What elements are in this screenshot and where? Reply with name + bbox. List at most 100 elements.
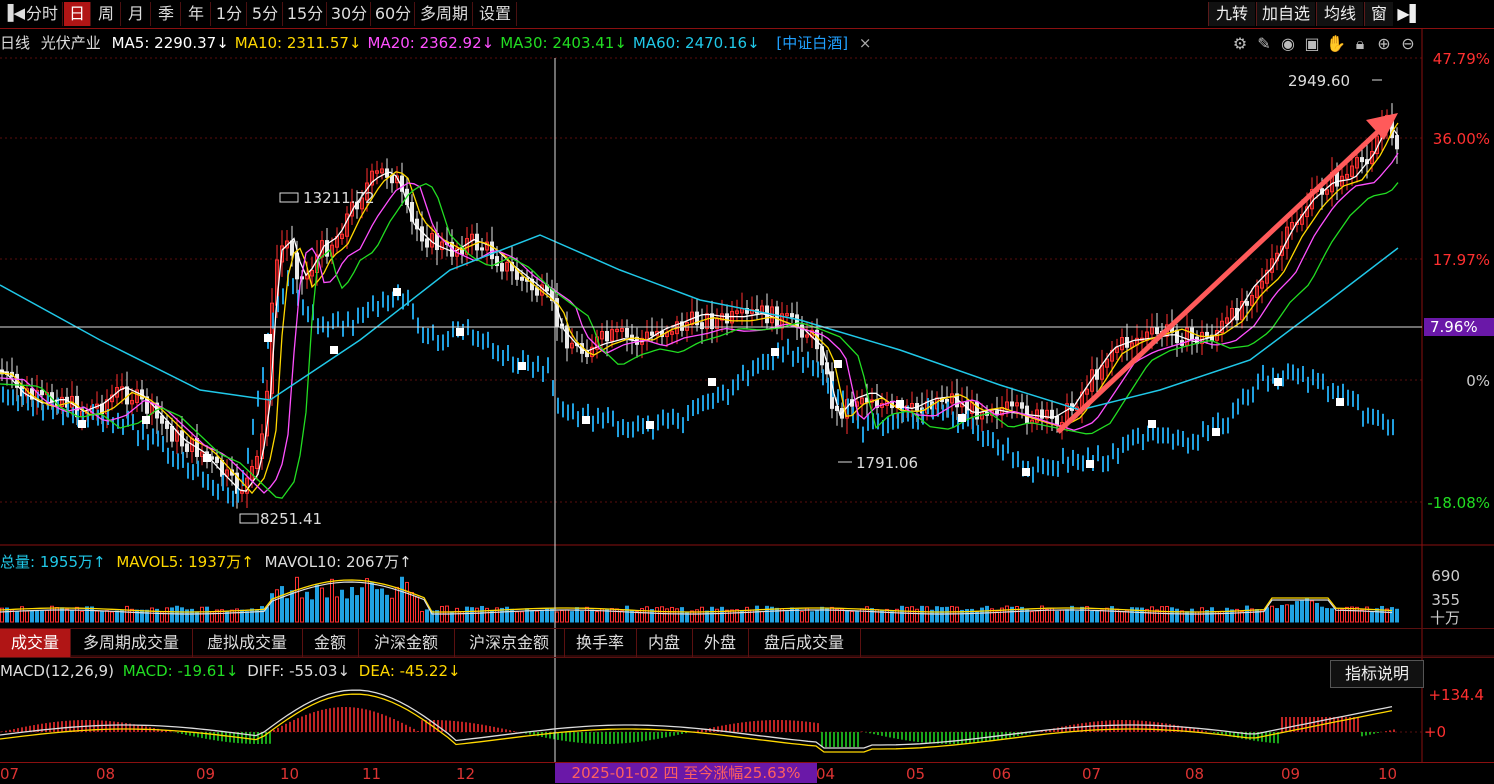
volume-bar	[170, 607, 174, 623]
volume-bar	[710, 606, 714, 623]
volume-bar	[190, 608, 194, 623]
macd-info-line: MACD(12,26,9) MACD: -19.61↓ DIFF: -55.03…	[0, 662, 461, 680]
volume-bar	[1120, 611, 1124, 623]
volume-bar	[315, 584, 319, 623]
candle-body	[295, 252, 299, 280]
candle-body	[725, 313, 729, 324]
indicator-tab-2[interactable]: 虚拟成交量	[192, 629, 303, 657]
volume-bar	[310, 599, 314, 623]
total-volume: 总量: 1955万↑	[0, 553, 106, 571]
high-price-label: 2949.60	[1288, 72, 1351, 90]
month-label-10: 08	[1185, 765, 1205, 783]
volume-bar	[350, 586, 354, 623]
candle-body	[520, 276, 524, 281]
volume-bar	[105, 610, 109, 623]
volume-bar	[390, 597, 394, 623]
candle-body	[700, 322, 704, 330]
volume-bar	[475, 607, 479, 623]
volume-bar	[395, 586, 399, 623]
volume-bar	[595, 611, 599, 623]
volume-bar	[955, 606, 959, 623]
indicator-tab-9[interactable]: 盘后成交量	[748, 629, 861, 657]
volume-bar	[1080, 606, 1084, 623]
volume-bar	[305, 591, 309, 623]
volume-bar	[465, 606, 469, 623]
price-axis-label-4: 0%	[1466, 372, 1490, 390]
volume-bar	[480, 605, 484, 623]
candle-body	[215, 456, 219, 463]
volume-bar	[370, 582, 374, 623]
indicator-tab-0[interactable]: 成交量	[0, 629, 71, 657]
indicator-tab-4[interactable]: 沪深金额	[358, 629, 455, 657]
macd-name: MACD(12,26,9)	[0, 662, 114, 680]
month-label-0: 07	[0, 765, 20, 783]
volume-bar	[815, 610, 819, 623]
volume-bar	[835, 608, 839, 623]
candle-body	[1245, 301, 1249, 306]
macd-axis-zero: +0	[1423, 723, 1446, 741]
volume-bar	[755, 605, 759, 623]
volume-bar	[620, 610, 624, 623]
indicator-tab-1[interactable]: 多周期成交量	[70, 629, 193, 657]
signal-marker	[646, 421, 654, 429]
signal-marker	[142, 416, 150, 424]
indicator-help-button[interactable]: 指标说明	[1330, 660, 1424, 688]
volume-bar	[30, 610, 34, 623]
volume-bar	[365, 578, 369, 623]
range-low-label: 8251.41	[260, 510, 323, 528]
indicator-tab-8[interactable]: 外盘	[692, 629, 749, 657]
crosshair-date-badge: 2025-01-02 四 至今涨幅25.63%	[555, 763, 817, 783]
volume-bar	[110, 611, 114, 623]
price-axis-label-0: 47.79%	[1432, 50, 1490, 68]
volume-bar	[85, 606, 89, 623]
volume-bar	[995, 611, 999, 623]
volume-bar	[905, 606, 909, 623]
indicator-tab-7[interactable]: 内盘	[636, 629, 693, 657]
volume-bar	[355, 595, 359, 623]
volume-bar	[760, 611, 764, 623]
indicator-tab-3[interactable]: 金额	[302, 629, 359, 657]
mavol10: MAVOL10: 2067万↑	[264, 553, 412, 571]
volume-bar	[635, 611, 639, 623]
volume-bar	[70, 610, 74, 623]
volume-bar	[1275, 608, 1279, 623]
candle-body	[650, 331, 654, 336]
candle-body	[40, 389, 44, 396]
volume-bar	[80, 610, 84, 623]
volume-bar	[400, 576, 404, 623]
volume-bar	[870, 608, 874, 623]
volume-bar	[180, 607, 184, 623]
volume-bar	[565, 609, 569, 623]
dea-line	[0, 693, 1393, 753]
indicator-tab-6[interactable]: 换手率	[564, 629, 637, 657]
candle-body	[565, 325, 569, 349]
volume-info-line: 总量: 1955万↑ MAVOL5: 1937万↑ MAVOL10: 2067万…	[0, 551, 412, 572]
volume-bar	[1035, 610, 1039, 623]
month-label-11: 09	[1281, 765, 1301, 783]
volume-bar	[1200, 607, 1204, 623]
volume-bar	[550, 608, 554, 623]
volume-bar	[1045, 609, 1049, 623]
signal-marker	[1274, 378, 1282, 386]
month-label-1: 08	[96, 765, 116, 783]
volume-bar	[725, 609, 729, 623]
volume-bar	[345, 598, 349, 623]
volume-bar	[1090, 610, 1094, 623]
candle-body	[1175, 329, 1179, 344]
volume-bar	[280, 586, 284, 623]
volume-bar	[380, 588, 384, 623]
volume-bar	[890, 611, 894, 623]
volume-bar	[515, 611, 519, 623]
volume-bar	[1380, 605, 1384, 623]
volume-bar	[420, 610, 424, 623]
volume-bar	[1065, 609, 1069, 623]
volume-bar	[585, 606, 589, 623]
volume-bar	[1330, 608, 1334, 623]
volume-bar	[1315, 602, 1319, 623]
volume-bar	[285, 598, 289, 623]
volume-bar	[145, 609, 149, 623]
month-label-8: 06	[992, 765, 1012, 783]
indicator-tab-5[interactable]: 沪深京金额	[454, 629, 565, 657]
volume-bar	[855, 611, 859, 623]
diff-line	[0, 689, 1393, 749]
